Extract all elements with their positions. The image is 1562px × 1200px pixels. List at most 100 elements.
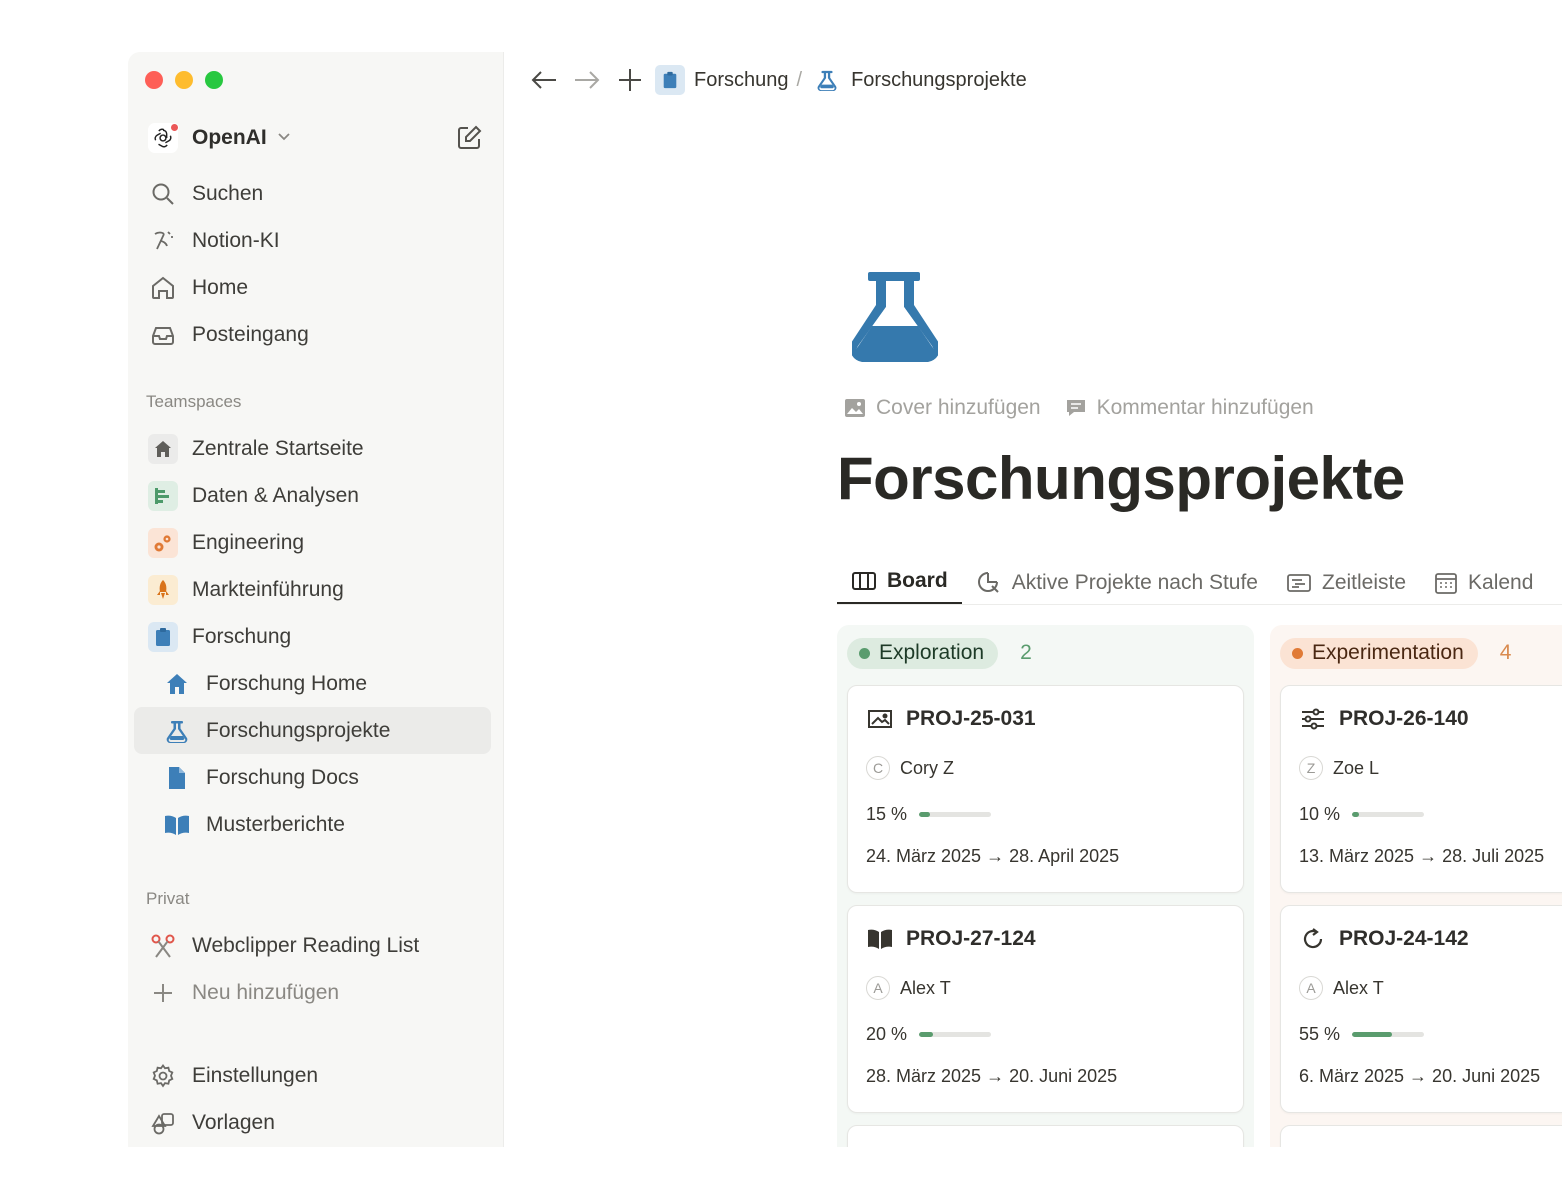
add-cover-label: Cover hinzufügen: [876, 396, 1041, 419]
board-card[interactable]: PROJ-26-140 Z Zoe L 10 % 13. März 2025 → …: [1280, 685, 1562, 893]
minimize-window-button[interactable]: [175, 71, 193, 89]
board-card-partial[interactable]: [1280, 1125, 1562, 1147]
tab-active-projects[interactable]: Aktive Projekte nach Stufe: [962, 560, 1272, 605]
progress-bar: [1352, 811, 1425, 817]
window-controls: [145, 71, 223, 89]
flask-icon: [162, 716, 192, 746]
breadcrumb: Forschung / Forschungsprojekte: [655, 65, 1027, 95]
chart-search-icon: [976, 570, 1002, 596]
card-person: Alex T: [900, 977, 951, 998]
book-icon: [162, 810, 192, 840]
progress-label: 20 %: [866, 1023, 908, 1044]
board-card[interactable]: PROJ-27-124 A Alex T 20 % 28. März 2025 →…: [847, 905, 1244, 1113]
inbox-icon: [148, 320, 178, 350]
progress-bar: [919, 811, 992, 817]
teamspace-engineering[interactable]: Engineering: [134, 519, 491, 566]
tab-label: Board: [887, 569, 948, 592]
board-card-partial[interactable]: [847, 1125, 1244, 1147]
card-id: PROJ-26-140: [1339, 707, 1469, 730]
topbar: Forschung / Forschungsprojekte: [526, 62, 1027, 98]
sidebar-item-webclipper[interactable]: Webclipper Reading List: [134, 922, 491, 969]
main-nav: Suchen Notion-KI Home Posteingang: [134, 170, 491, 358]
teamspaces-list: Zentrale Startseite Daten & Analysen Eng…: [134, 425, 491, 848]
nav-label: Home: [192, 275, 249, 299]
new-tab-button[interactable]: [612, 62, 648, 98]
close-window-button[interactable]: [145, 71, 163, 89]
tabs-divider: [837, 604, 1562, 605]
progress-bar: [1352, 1031, 1425, 1037]
teamspace-markteinfuehrung[interactable]: Markteinführung: [134, 566, 491, 613]
progress-fill: [1352, 1031, 1392, 1037]
sidebar-item-forschungsprojekte[interactable]: Forschungsprojekte: [134, 707, 491, 754]
rocket-icon: [148, 574, 178, 605]
kanban-board: Exploration 2 PROJ-25-031 C Cory Z 15 % 2…: [837, 625, 1562, 1147]
app-window: OpenAI Suchen Notion-KI Home Posteingang…: [128, 52, 1562, 1147]
teamspace-zentrale-startseite[interactable]: Zentrale Startseite: [134, 425, 491, 472]
breadcrumb-item-forschungsprojekte[interactable]: Forschungsprojekte: [851, 69, 1027, 92]
sidebar-item-label: Forschungsprojekte: [206, 718, 391, 742]
page-title[interactable]: Forschungsprojekte: [837, 444, 1405, 513]
tab-label: Aktive Projekte nach Stufe: [1011, 570, 1258, 594]
nav-inbox[interactable]: Posteingang: [134, 311, 491, 358]
teamspace-forschung[interactable]: Forschung: [134, 613, 491, 660]
compose-icon[interactable]: [455, 124, 483, 157]
sidebar-item-templates[interactable]: Vorlagen: [134, 1099, 491, 1146]
notification-dot: [170, 123, 179, 132]
private-heading: Privat: [146, 889, 190, 908]
add-comment-label: Kommentar hinzufügen: [1096, 396, 1314, 419]
column-name: Exploration: [879, 641, 985, 664]
sidebar-item-label: Forschung Home: [206, 671, 368, 695]
progress-fill: [1352, 811, 1360, 817]
forward-button[interactable]: [569, 62, 605, 98]
column-header[interactable]: Experimentation 4: [1280, 637, 1562, 669]
card-dates: 24. März 2025 → 28. April 2025: [866, 846, 1120, 866]
board-card[interactable]: PROJ-25-031 C Cory Z 15 % 24. März 2025 →…: [847, 685, 1244, 893]
document-icon: [162, 763, 192, 793]
sidebar-item-forschung-docs[interactable]: Forschung Docs: [134, 754, 491, 801]
card-dates: 6. März 2025 → 20. Juni 2025: [1299, 1066, 1541, 1086]
progress-label: 55 %: [1299, 1023, 1341, 1044]
tab-board[interactable]: Board: [837, 560, 962, 605]
home-icon: [148, 273, 178, 303]
search-icon: [148, 179, 178, 209]
ai-icon: [148, 226, 178, 256]
add-new-button[interactable]: Neu hinzufügen: [134, 969, 491, 1016]
nav-notion-ai[interactable]: Notion-KI: [134, 217, 491, 264]
image-icon: [845, 399, 865, 417]
house-icon: [148, 433, 178, 464]
main-content: Forschung / Forschungsprojekte Cover hin…: [504, 52, 1562, 1147]
tab-calendar[interactable]: Kalend: [1420, 560, 1547, 605]
flask-icon: [812, 65, 842, 95]
board-icon: [851, 570, 877, 592]
sidebar-item-forschung-home[interactable]: Forschung Home: [134, 660, 491, 707]
column-count: 4: [1499, 641, 1512, 664]
nav-search[interactable]: Suchen: [134, 170, 491, 217]
progress-fill: [919, 1031, 934, 1037]
add-comment-button[interactable]: Kommentar hinzufügen: [1065, 396, 1314, 420]
image-icon: [866, 708, 894, 730]
zoom-window-button[interactable]: [205, 71, 223, 89]
nav-home[interactable]: Home: [134, 264, 491, 311]
column-header[interactable]: Exploration 2: [847, 637, 1244, 669]
back-button[interactable]: [526, 62, 562, 98]
breadcrumb-item-forschung[interactable]: Forschung: [694, 69, 789, 92]
card-person: Cory Z: [900, 757, 954, 778]
card-id: PROJ-25-031: [906, 707, 1036, 730]
page-flask-icon[interactable]: [850, 270, 940, 367]
teamspace-daten-analysen[interactable]: Daten & Analysen: [134, 472, 491, 519]
progress-label: 10 %: [1299, 803, 1341, 824]
tab-timeline[interactable]: Zeitleiste: [1272, 560, 1420, 605]
workspace-switcher[interactable]: OpenAI: [148, 122, 483, 154]
nav-label: Posteingang: [192, 322, 309, 346]
sidebar-item-musterberichte[interactable]: Musterberichte: [134, 801, 491, 848]
progress-label: 15 %: [866, 803, 908, 824]
column-name: Experimentation: [1312, 641, 1464, 664]
teamspace-label: Engineering: [192, 530, 305, 554]
teamspace-label: Daten & Analysen: [192, 483, 359, 507]
add-cover-button[interactable]: Cover hinzufügen: [844, 396, 1041, 420]
sidebar-item-settings[interactable]: Einstellungen: [134, 1052, 491, 1099]
private-list: Webclipper Reading List Neu hinzufügen: [134, 922, 491, 1016]
page-actions: Cover hinzufügen Kommentar hinzufügen: [844, 396, 1314, 420]
board-card[interactable]: PROJ-24-142 A Alex T 55 % 6. März 2025 → …: [1280, 905, 1562, 1113]
nav-label: Notion-KI: [192, 228, 280, 252]
